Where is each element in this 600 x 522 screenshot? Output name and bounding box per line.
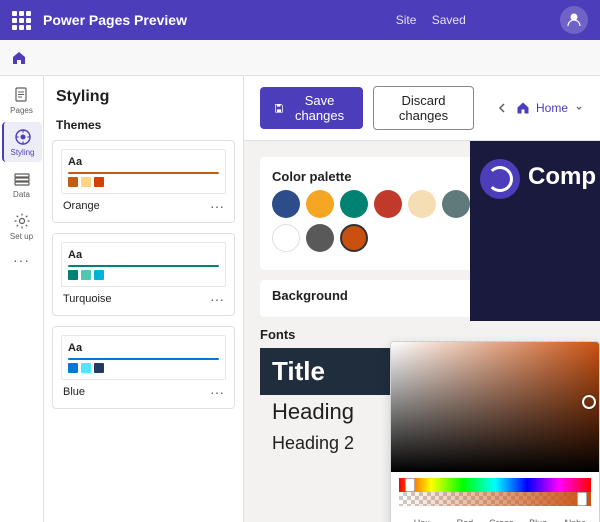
themes-panel: Styling Themes Aa Orange ··· Aa	[44, 76, 244, 522]
preview-area: Comp	[470, 141, 600, 321]
grid-menu-icon[interactable]	[12, 11, 31, 30]
theme-blue-name: Blue	[63, 386, 85, 398]
red-label: Red	[449, 518, 482, 522]
top-bar-right	[560, 6, 588, 34]
theme-orange-name: Orange	[63, 200, 100, 212]
blue-input-group: Blue	[522, 518, 555, 522]
chevron-down-icon[interactable]	[574, 103, 584, 113]
color-dot-navy[interactable]	[272, 190, 300, 218]
green-label: Green	[485, 518, 518, 522]
alpha-handle[interactable]	[577, 492, 587, 506]
sidebar-data-label: Data	[13, 190, 30, 199]
hex-label: Hex	[399, 518, 445, 522]
themes-label: Themes	[52, 118, 235, 132]
green-input-group: Green	[485, 518, 518, 522]
color-dot-red[interactable]	[374, 190, 402, 218]
second-bar	[0, 40, 600, 76]
fonts-label: Fonts	[260, 327, 584, 342]
color-dot-white[interactable]	[272, 224, 300, 252]
content-body: Color palette Background	[244, 141, 600, 522]
sidebar-pages-label: Pages	[10, 106, 33, 115]
main-content: Save changes Discard changes Home Color …	[244, 76, 600, 522]
home-icon[interactable]	[8, 47, 30, 69]
blue-label: Blue	[522, 518, 555, 522]
discard-changes-button[interactable]: Discard changes	[373, 86, 474, 130]
color-dot-graygreen[interactable]	[442, 190, 470, 218]
color-dot-wheat[interactable]	[408, 190, 436, 218]
picker-inputs: Hex Red Green Blue	[391, 514, 599, 522]
theme-orange-more-icon[interactable]: ···	[210, 198, 224, 214]
sidebar-item-styling[interactable]: Styling	[2, 122, 42, 162]
color-dot-teal[interactable]	[340, 190, 368, 218]
home-breadcrumb: Home	[536, 101, 568, 115]
picker-handle[interactable]	[582, 395, 596, 409]
alpha-bar[interactable]	[399, 492, 591, 506]
top-bar: Power Pages Preview Site · Saved	[0, 0, 600, 40]
app-title: Power Pages Preview	[43, 12, 302, 28]
hue-handle[interactable]	[405, 478, 415, 492]
sidebar-item-pages[interactable]: Pages	[2, 80, 42, 120]
sidebar-setup-label: Set up	[10, 232, 33, 241]
save-changes-button[interactable]: Save changes	[260, 87, 363, 129]
site-status: Site · Saved	[302, 13, 561, 27]
content-header: Save changes Discard changes Home	[244, 76, 600, 141]
hex-input-group: Hex	[399, 518, 445, 522]
color-dot-yellow[interactable]	[306, 190, 334, 218]
user-avatar[interactable]	[560, 6, 588, 34]
sidebar-styling-label: Styling	[10, 148, 34, 157]
hue-bar[interactable]	[399, 478, 591, 492]
sidebar-item-data[interactable]: Data	[2, 164, 42, 204]
alpha-input-group: Alpha	[558, 518, 591, 522]
panel-title: Styling	[52, 88, 235, 106]
theme-card-orange[interactable]: Aa Orange ···	[52, 140, 235, 223]
theme-turquoise-name: Turquoise	[63, 293, 112, 305]
theme-blue-more-icon[interactable]: ···	[210, 384, 224, 400]
theme-card-blue[interactable]: Aa Blue ···	[52, 326, 235, 409]
color-picker-popup: Hex Red Green Blue	[390, 341, 600, 522]
main-layout: Pages Styling Data	[0, 76, 600, 522]
picker-bars	[391, 478, 599, 506]
left-sidebar: Pages Styling Data	[0, 76, 44, 522]
alpha-label: Alpha	[558, 518, 591, 522]
red-input-group: Red	[449, 518, 482, 522]
theme-card-turquoise[interactable]: Aa Turquoise ···	[52, 233, 235, 316]
color-gradient-picker[interactable]	[391, 342, 600, 472]
theme-turquoise-more-icon[interactable]: ···	[210, 291, 224, 307]
color-dot-darkgray[interactable]	[306, 224, 334, 252]
arrow-icon	[494, 100, 510, 116]
home-small-icon	[516, 101, 530, 115]
preview-text: Comp	[528, 163, 596, 191]
sidebar-item-setup[interactable]: Set up	[2, 206, 42, 246]
color-dot-orange[interactable]	[340, 224, 368, 252]
sidebar-more-icon[interactable]: ···	[13, 252, 30, 268]
